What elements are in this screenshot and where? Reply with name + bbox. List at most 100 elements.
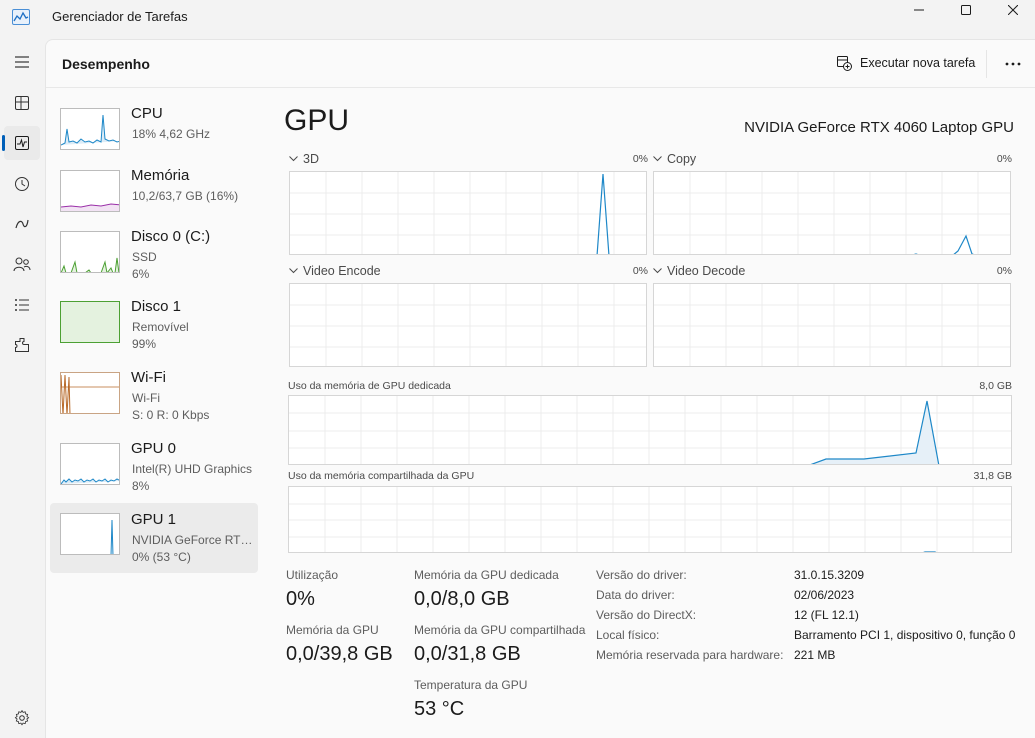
stat-dedicated-value: 0,0/8,0 GB: [414, 588, 510, 610]
stat-dedicated-label: Memória da GPU dedicada: [414, 568, 559, 582]
title-bar: Gerenciador de Tarefas: [0, 0, 1035, 38]
cpu-thumbnail: [60, 108, 120, 150]
run-new-task-icon: [837, 56, 852, 71]
device-name: CPU: [131, 105, 163, 122]
stat-utilization-label: Utilização: [286, 568, 339, 582]
more-options-button[interactable]: [1000, 52, 1026, 76]
dedicated-memory-max: 8,0 GB: [979, 380, 1012, 392]
device-gpu1[interactable]: GPU 1 NVIDIA GeForce RTX 4060 Laptop GPU…: [50, 503, 258, 573]
gpu-model-name: NVIDIA GeForce RTX 4060 Laptop GPU: [744, 119, 1014, 136]
info-value: 31.0.15.3209: [794, 568, 865, 582]
nav-startup-apps[interactable]: [4, 207, 40, 241]
graph-3d: [289, 171, 647, 255]
nav-processes[interactable]: [4, 86, 40, 120]
info-value: 12 (FL 12.1): [794, 608, 859, 622]
device-subtitle: Intel(R) UHD Graphics: [132, 462, 253, 476]
device-subtitle: SSD: [132, 250, 157, 264]
minimize-icon: [914, 9, 924, 11]
device-usage: S: 0 R: 0 Kbps: [132, 408, 210, 422]
chevron-down-icon: [653, 268, 662, 274]
info-value: 02/06/2023: [794, 588, 855, 602]
run-new-task-button[interactable]: Executar nova tarefa: [836, 55, 975, 71]
graph-dedicated-memory: [288, 395, 1012, 465]
info-key: Local físico:: [596, 628, 660, 642]
nav-services[interactable]: [4, 328, 40, 362]
processes-icon: [15, 96, 29, 110]
nav-app-history[interactable]: [4, 167, 40, 201]
engine-percent: 0%: [632, 265, 648, 277]
stat-temperature-label: Temperatura da GPU: [414, 678, 528, 692]
device-gpu0[interactable]: GPU 0 Intel(R) UHD Graphics 8%: [50, 435, 258, 505]
stat-gpu-memory-label: Memória da GPU: [286, 623, 379, 637]
run-new-task-label: Executar nova tarefa: [860, 56, 976, 70]
shared-memory-label: Uso da memória compartilhada da GPU: [288, 470, 475, 482]
graph-video-decode: [653, 283, 1011, 367]
maximize-button[interactable]: [943, 0, 989, 20]
engine-label: Video Decode: [667, 264, 746, 278]
app-history-icon: [15, 177, 29, 191]
device-subtitle: 10,2/63,7 GB (16%): [132, 189, 239, 203]
device-subtitle: Wi-Fi: [132, 391, 160, 405]
device-subtitle: Removível: [132, 320, 189, 334]
nav-users[interactable]: [4, 247, 40, 281]
stat-shared-value: 0,0/31,8 GB: [414, 643, 521, 665]
memory-thumbnail: [60, 170, 120, 212]
details-icon: [15, 299, 29, 311]
info-key: Versão do DirectX:: [596, 608, 697, 622]
engine-label: 3D: [303, 152, 319, 166]
info-value: Barramento PCI 1, dispositivo 0, função …: [794, 628, 1016, 642]
chevron-down-icon: [653, 156, 662, 162]
header-separator: [986, 50, 987, 78]
engine-selector-copy[interactable]: Copy: [653, 152, 696, 166]
minimize-button[interactable]: [896, 0, 942, 20]
close-button[interactable]: [990, 0, 1035, 20]
nav-details[interactable]: [4, 288, 40, 322]
stat-shared-label: Memória da GPU compartilhada: [414, 623, 586, 637]
task-manager-icon: [12, 9, 30, 25]
close-icon: [1008, 5, 1018, 15]
device-usage: 8%: [132, 479, 150, 493]
engine-percent: 0%: [632, 153, 648, 165]
page-header: Desempenho Executar nova tarefa: [46, 40, 1035, 88]
info-key: Data do driver:: [596, 588, 675, 602]
device-usage: 99%: [132, 337, 157, 351]
engine-label: Copy: [667, 152, 697, 166]
settings-icon: [14, 710, 30, 726]
info-key: Versão do driver:: [596, 568, 687, 582]
engine-percent: 0%: [996, 153, 1012, 165]
performance-icon: [15, 136, 29, 150]
chevron-down-icon: [289, 156, 298, 162]
main-panel: Desempenho Executar nova tarefa CPU 18% …: [45, 39, 1035, 738]
engine-selector-video-encode[interactable]: Video Encode: [289, 264, 381, 278]
device-name: Wi-Fi: [131, 369, 166, 386]
engine-selector-3d[interactable]: 3D: [289, 152, 319, 166]
device-subtitle: NVIDIA GeForce RTX 4060 Laptop GPU: [132, 533, 258, 547]
more-options-icon: [1005, 62, 1021, 66]
graph-copy: [653, 171, 1011, 255]
disk0-thumbnail: [60, 231, 120, 273]
nav-performance[interactable]: [2, 126, 40, 160]
startup-apps-icon: [15, 219, 29, 229]
gpu1-thumbnail: [60, 513, 120, 555]
stat-gpu-memory-value: 0,0/39,8 GB: [286, 643, 393, 665]
device-usage: 6%: [132, 267, 150, 281]
dedicated-memory-label: Uso da memória de GPU dedicada: [288, 380, 451, 392]
device-disk1[interactable]: Disco 1 Removível 99%: [50, 293, 258, 363]
device-name: GPU 1: [131, 511, 177, 528]
stat-temperature-value: 53 °C: [414, 698, 465, 720]
shared-memory-max: 31,8 GB: [973, 470, 1012, 482]
detail-title: GPU: [284, 104, 350, 137]
disk1-thumbnail: [60, 301, 120, 343]
device-disk0[interactable]: Disco 0 (C:) SSD 6%: [50, 223, 258, 293]
device-cpu[interactable]: CPU 18% 4,62 GHz: [50, 100, 258, 170]
device-memory[interactable]: Memória 10,2/63,7 GB (16%): [50, 162, 258, 232]
engine-selector-video-decode[interactable]: Video Decode: [653, 264, 745, 278]
device-name: Disco 1: [131, 298, 182, 315]
wifi-thumbnail: [60, 372, 120, 414]
nav-settings[interactable]: [4, 701, 40, 735]
device-wifi[interactable]: Wi-Fi Wi-Fi S: 0 R: 0 Kbps: [50, 364, 258, 434]
hamburger-menu-icon: [15, 56, 29, 68]
engine-percent: 0%: [996, 265, 1012, 277]
stat-utilization-value: 0%: [286, 588, 315, 610]
menu-toggle-button[interactable]: [4, 45, 40, 79]
